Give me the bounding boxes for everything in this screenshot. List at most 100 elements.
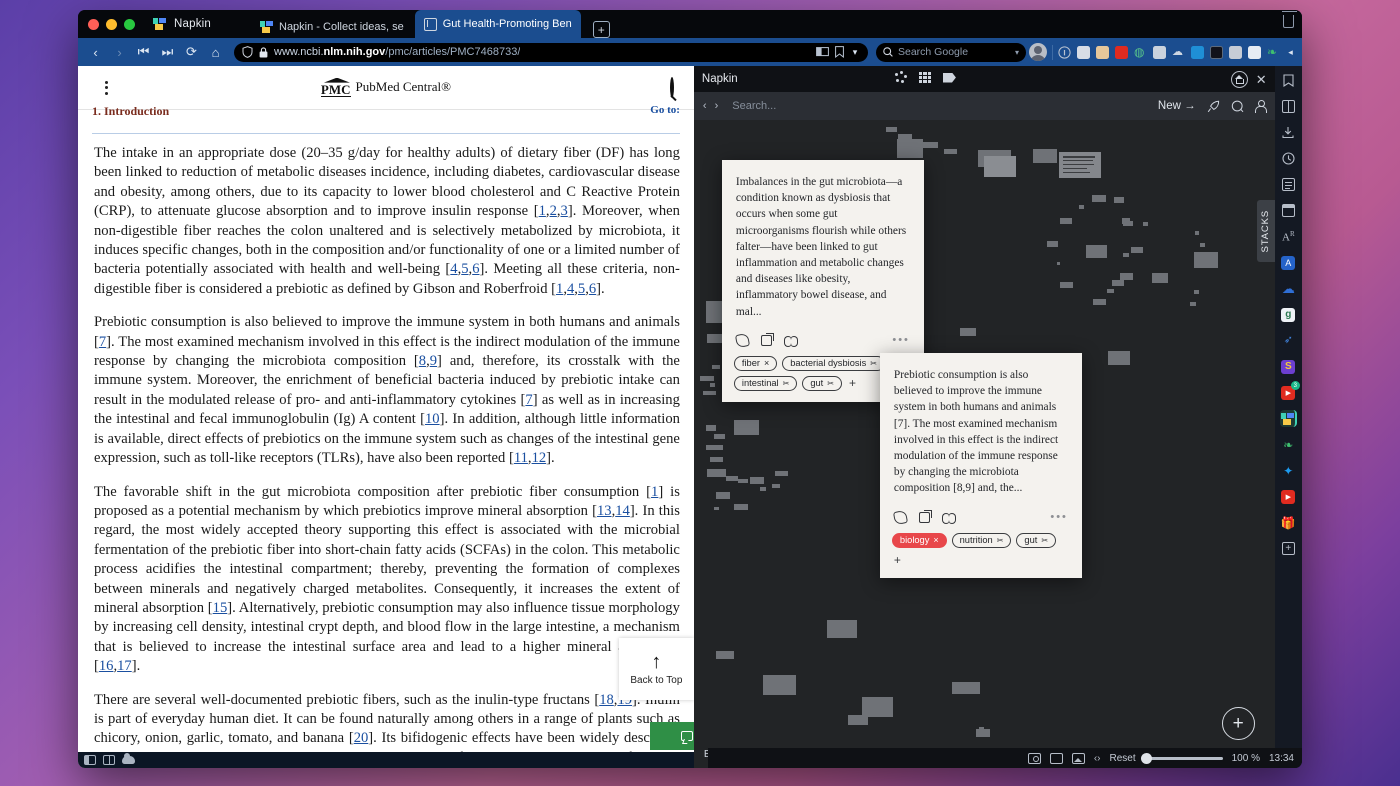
link-icon[interactable] [941,512,956,524]
close-icon[interactable]: ✕ [1256,73,1267,86]
canvas-thumb[interactable] [1194,231,1199,235]
tag-chip[interactable]: nutrition ✂ [951,532,1012,548]
split-view-icon[interactable] [103,755,115,765]
napkin-canvas[interactable]: Imbalances in the gut microbiota—a condi… [693,120,1275,768]
napkin-search-input[interactable]: Search... [732,100,776,112]
rewind-button[interactable]: ⏮ [133,42,154,63]
notes-icon[interactable] [816,46,829,58]
tag-chip[interactable]: biology × [891,532,947,548]
tab-napkin[interactable]: Napkin - Collect ideas, se [251,16,413,38]
canvas-thumb[interactable] [885,127,897,132]
tag-view-icon[interactable] [942,72,956,83]
home-button[interactable]: ⌂ [205,42,226,63]
tag-pen-icon[interactable] [734,332,750,348]
note-card[interactable]: Prebiotic consumption is also believed t… [879,353,1082,578]
new-napkin-button[interactable]: New → [1158,100,1196,112]
citation-link[interactable]: 12 [532,450,547,466]
tag-chip[interactable]: gut ✂ [802,375,842,391]
extension-icon-6[interactable]: ☁ [1172,46,1185,59]
extension-icon-2[interactable] [1096,45,1109,59]
open-external-icon[interactable] [918,509,932,523]
extension-panel-icon-grammarly[interactable]: g [1280,306,1297,323]
canvas-thumb[interactable] [1193,252,1218,268]
bookmarks-icon[interactable] [1280,72,1297,89]
tag-chip[interactable]: fiber × [733,355,778,371]
citation-link[interactable]: 15 [213,600,228,616]
canvas-thumb[interactable] [1119,273,1133,280]
canvas-thumb[interactable] [709,383,715,387]
canvas-thumb[interactable] [943,149,957,154]
canvas-thumb[interactable] [1106,289,1114,293]
citation-link[interactable]: 5 [461,261,468,277]
canvas-thumb[interactable] [861,697,893,717]
canvas-thumb[interactable] [1151,273,1168,283]
canvas-thumb[interactable] [713,507,719,510]
citation-link[interactable]: 7 [525,392,532,408]
canvas-thumb[interactable] [749,477,764,484]
citation-link[interactable]: 16 [99,658,114,674]
tab-gut-health[interactable]: Gut Health-Promoting Ben [414,10,581,38]
extension-icon-4[interactable]: ◍ [1134,46,1147,59]
extension-panel-icon-s[interactable]: S [1280,358,1297,375]
extension-panel-icon-atlassian[interactable]: A [1280,254,1297,271]
extension-panel-icon-cloud[interactable]: ☁ [1280,280,1297,297]
shield-icon[interactable] [242,46,253,58]
new-tab-button[interactable]: + [592,21,610,38]
citation-link[interactable]: 6 [589,281,596,297]
pmc-search-button[interactable] [669,76,674,98]
open-external-icon[interactable] [760,332,774,346]
canvas-thumb[interactable] [1122,253,1129,257]
avatar[interactable] [1029,43,1047,61]
tag-edit-icon[interactable]: ✂ [827,379,834,388]
extension-panel-icon-bird[interactable]: ➶ [1280,332,1297,349]
zoom-slider[interactable] [1140,752,1223,764]
canvas-thumb[interactable] [706,469,726,477]
tag-edit-icon[interactable]: ✂ [870,359,877,368]
canvas-thumb[interactable] [983,156,1016,177]
translate-icon[interactable]: AR [1280,228,1297,245]
canvas-thumb[interactable] [702,391,716,395]
canvas-thumb[interactable] [975,729,990,737]
image-icon[interactable] [1071,752,1085,764]
citation-link[interactable]: 20 [354,730,369,746]
canvas-thumb[interactable] [1193,290,1199,294]
extension-icon-8[interactable] [1210,45,1223,59]
search-input-placeholder[interactable]: Search Google [898,46,968,58]
canvas-thumb[interactable] [1092,299,1106,305]
minimize-window-button[interactable] [106,18,117,30]
panel-toggle-icon[interactable] [84,755,96,765]
maximize-window-button[interactable] [124,18,135,30]
account-icon[interactable] [1255,100,1268,113]
extension-panel-icon-youtube[interactable]: ▶ [1280,488,1297,505]
canvas-thumb[interactable] [1059,282,1073,288]
canvas-thumb[interactable] [1056,262,1060,265]
tag-chip[interactable]: bacterial dysbiosis ✂ [782,355,885,371]
extension-icon-9[interactable] [1229,45,1242,59]
canvas-thumb[interactable] [705,445,723,450]
citation-link[interactable]: 4 [567,281,574,297]
cloud-icon[interactable] [122,753,135,764]
canvas-thumb[interactable] [1142,222,1148,226]
canvas-thumb[interactable] [959,328,976,336]
canvas-thumb[interactable] [1189,302,1196,306]
notes-icon[interactable] [1280,176,1297,193]
tag-chip[interactable]: intestinal ✂ [733,375,798,391]
citation-link[interactable]: 1 [556,281,563,297]
canvas-thumb[interactable] [1059,218,1072,224]
bookmark-icon[interactable] [835,46,844,58]
canvas-thumb[interactable] [705,425,716,431]
code-icon[interactable]: ‹› [1094,753,1101,764]
citation-link[interactable]: 11 [514,450,528,466]
canvas-thumb[interactable] [1111,280,1124,286]
canvas-thumb[interactable] [920,142,938,148]
citation-link[interactable]: 14 [615,503,630,519]
forward-button[interactable]: › [109,42,130,63]
citation-link[interactable]: 8 [419,353,426,369]
add-note-button[interactable]: + [1221,707,1255,740]
add-tag-button[interactable]: + [892,553,903,567]
canvas-thumb[interactable] [1199,243,1205,247]
tag-edit-icon[interactable]: ✂ [1041,536,1048,545]
tag-pen-icon[interactable] [892,509,908,525]
extension-icon-10[interactable] [1248,45,1261,59]
stacks-tab[interactable]: STACKS [1256,200,1275,262]
